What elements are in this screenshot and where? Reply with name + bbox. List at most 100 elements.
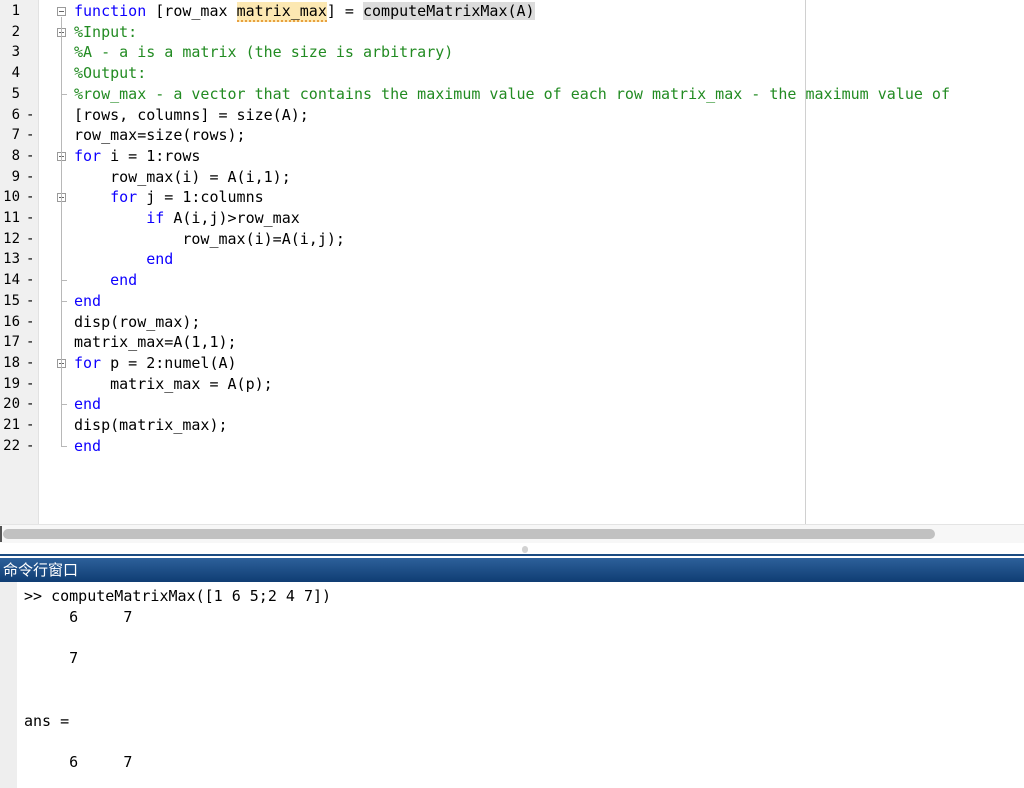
code-line[interactable]: [rows, columns] = size(A); xyxy=(74,105,309,126)
code-line[interactable]: %row_max - a vector that contains the ma… xyxy=(74,84,950,105)
command-output-line: 6 7 xyxy=(24,607,133,626)
code-line[interactable]: row_max(i) = A(i,1); xyxy=(74,167,291,188)
highlighted-function-name: computeMatrixMax(A) xyxy=(363,2,535,20)
keyword-token: for xyxy=(74,146,102,165)
breakpoint-marker[interactable]: - xyxy=(26,332,34,353)
line-number-text: 21 xyxy=(3,417,20,433)
line-number: 13- xyxy=(0,249,36,270)
line-number-text: 12 xyxy=(3,230,20,247)
line-number: 3 xyxy=(0,42,36,63)
line-number-text: 8 xyxy=(11,147,20,164)
editor-horizontal-scrollbar[interactable] xyxy=(0,524,1024,544)
line-number: 17- xyxy=(0,332,36,353)
comment-token: %Input: xyxy=(74,22,138,41)
code-line[interactable]: end xyxy=(74,291,101,312)
code-token: [rows, columns] = size(A); xyxy=(74,105,309,124)
keyword-token: for xyxy=(110,188,138,207)
line-number-text: 3 xyxy=(11,44,20,61)
keyword-token: function xyxy=(74,2,147,20)
code-line[interactable]: for j = 1:columns xyxy=(74,187,264,208)
scrollbar-edge xyxy=(0,526,2,542)
breakpoint-marker[interactable]: - xyxy=(26,353,34,374)
line-number: 2 xyxy=(0,22,36,43)
breakpoint-marker[interactable]: - xyxy=(26,125,34,146)
code-editor[interactable]: 1 2 3 4 5 6-7-8-9-10-11-12-13-14-15-16-17-18-… xyxy=(0,0,1024,524)
code-line[interactable]: for i = 1:rows xyxy=(74,146,200,167)
code-token: A(i,j)>row_max xyxy=(164,209,300,227)
code-token: i = 1:rows xyxy=(101,146,201,165)
code-line[interactable]: %A - a is a matrix (the size is arbitrar… xyxy=(74,42,453,63)
keyword-token: end xyxy=(74,395,102,414)
breakpoint-marker[interactable]: - xyxy=(26,208,34,229)
line-number-text: 7 xyxy=(11,127,20,144)
line-number-text: 1 xyxy=(11,3,20,19)
keyword-token: for xyxy=(74,353,102,372)
command-window-gutter xyxy=(0,582,17,788)
code-line[interactable]: end xyxy=(74,436,101,457)
line-number-text: 19 xyxy=(3,375,20,392)
line-number-text: 14 xyxy=(3,272,20,289)
line-number-text: 16 xyxy=(3,313,20,330)
line-number: 7- xyxy=(0,125,36,146)
scrollbar-thumb[interactable] xyxy=(3,529,935,539)
keyword-token: end xyxy=(74,291,102,310)
fold-end-marker xyxy=(61,404,67,406)
command-input-line: >> computeMatrixMax([1 6 5;2 4 7]) xyxy=(24,587,332,605)
code-token: ] = xyxy=(326,2,363,20)
code-line[interactable]: row_max=size(rows); xyxy=(74,125,246,146)
code-line[interactable]: disp(row_max); xyxy=(74,312,200,333)
code-token: row_max(i)=A(i,j); xyxy=(74,229,345,248)
command-output-line: 7 xyxy=(24,649,79,668)
splitter-grip-icon[interactable] xyxy=(522,546,528,553)
breakpoint-marker[interactable]: - xyxy=(26,374,34,395)
code-line[interactable]: %Input: xyxy=(74,22,137,43)
code-line[interactable]: matrix_max=A(1,1); xyxy=(74,332,237,353)
breakpoint-marker[interactable]: - xyxy=(26,187,34,208)
line-number: 10- xyxy=(0,187,36,208)
code-line[interactable]: disp(matrix_max); xyxy=(74,415,228,436)
breakpoint-marker[interactable]: - xyxy=(26,436,34,457)
panel-splitter[interactable] xyxy=(0,543,1024,556)
breakpoint-marker[interactable]: - xyxy=(26,415,34,436)
code-token: p = 2:numel(A) xyxy=(101,353,237,372)
line-number: 19- xyxy=(0,374,36,395)
command-window-title: 命令行窗口 xyxy=(3,561,79,579)
code-line[interactable]: end xyxy=(74,394,101,415)
breakpoint-marker[interactable]: - xyxy=(26,167,34,188)
code-line[interactable]: function [row_max matrix_max] = computeM… xyxy=(74,1,535,22)
code-token: j = 1:columns xyxy=(137,188,264,207)
code-line[interactable]: end xyxy=(74,270,137,291)
code-token: matrix_max=A(1,1); xyxy=(74,333,237,352)
breakpoint-marker[interactable]: - xyxy=(26,146,34,167)
code-token: disp(matrix_max); xyxy=(74,416,228,434)
line-number-text: 4 xyxy=(11,65,20,82)
breakpoint-marker[interactable]: - xyxy=(26,270,34,291)
breakpoint-marker[interactable]: - xyxy=(26,229,34,250)
highlighted-variable: matrix_max xyxy=(236,2,327,22)
line-number-text: 10 xyxy=(3,189,20,206)
breakpoint-marker[interactable]: - xyxy=(26,394,34,415)
code-line[interactable]: if A(i,j)>row_max xyxy=(74,208,300,229)
keyword-token: end xyxy=(110,271,138,290)
keyword-token: end xyxy=(146,250,174,269)
breakpoint-marker[interactable]: - xyxy=(26,105,34,126)
code-fold-toggle-icon[interactable] xyxy=(57,7,66,16)
line-number: 20- xyxy=(0,394,36,415)
code-token: row_max=size(rows); xyxy=(74,126,246,145)
fold-guide-line xyxy=(61,17,62,447)
line-number-text: 18 xyxy=(3,354,20,371)
breakpoint-marker[interactable]: - xyxy=(26,291,34,312)
code-line[interactable]: for p = 2:numel(A) xyxy=(74,353,237,374)
code-line[interactable]: %Output: xyxy=(74,63,146,84)
command-window[interactable]: >> computeMatrixMax([1 6 5;2 4 7]) 6 7 7… xyxy=(0,582,1024,788)
code-line[interactable]: matrix_max = A(p); xyxy=(74,374,273,395)
breakpoint-marker[interactable]: - xyxy=(26,312,34,333)
line-number-text: 11 xyxy=(3,210,20,226)
code-line[interactable]: row_max(i)=A(i,j); xyxy=(74,229,345,250)
fold-end-marker xyxy=(61,445,67,447)
line-number-text: 5 xyxy=(11,85,20,102)
breakpoint-marker[interactable]: - xyxy=(26,249,34,270)
code-line[interactable]: end xyxy=(74,249,173,270)
